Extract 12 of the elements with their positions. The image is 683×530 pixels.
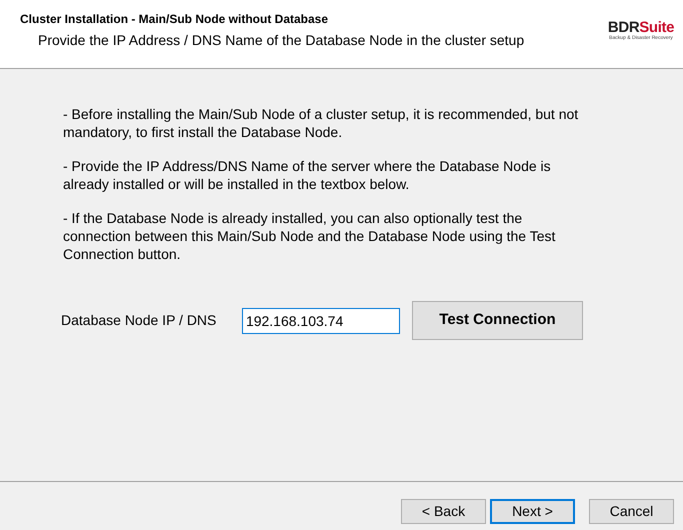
wizard-button[interactable]: Cancel [589, 499, 674, 524]
instruction-text: - Provide the IP Address/DNS Name of the server where the Database Node is already installed or will be installed in the textbox below. [63, 157, 552, 193]
wizard-button[interactable]: Next > [490, 499, 575, 524]
instruction-text: - Before installing the Main/Sub Node of a cluster setup, it is recommended, but not mandatory, to first install the Database Node. [63, 105, 580, 141]
field-label: Database Node IP / DNS [61, 311, 218, 330]
instruction-text: - If the Database Node is already installed, you can also optionally test the connection between this Main/Sub Node and the Database Node using the Test Connection button. [63, 209, 556, 263]
ip-input-field[interactable]: 192.168.103.74 [242, 308, 400, 334]
test-connection-button[interactable]: Test Connection [412, 301, 583, 340]
wizard-button[interactable]: < Back [401, 499, 486, 524]
page-subtitle: Provide the IP Address / DNS Name of the Database Node in the cluster setup [37, 31, 524, 50]
page-title: Cluster Installation - Main/Sub Node without Database [20, 11, 330, 28]
logo-wordmark: BDRSuite [608, 20, 674, 35]
